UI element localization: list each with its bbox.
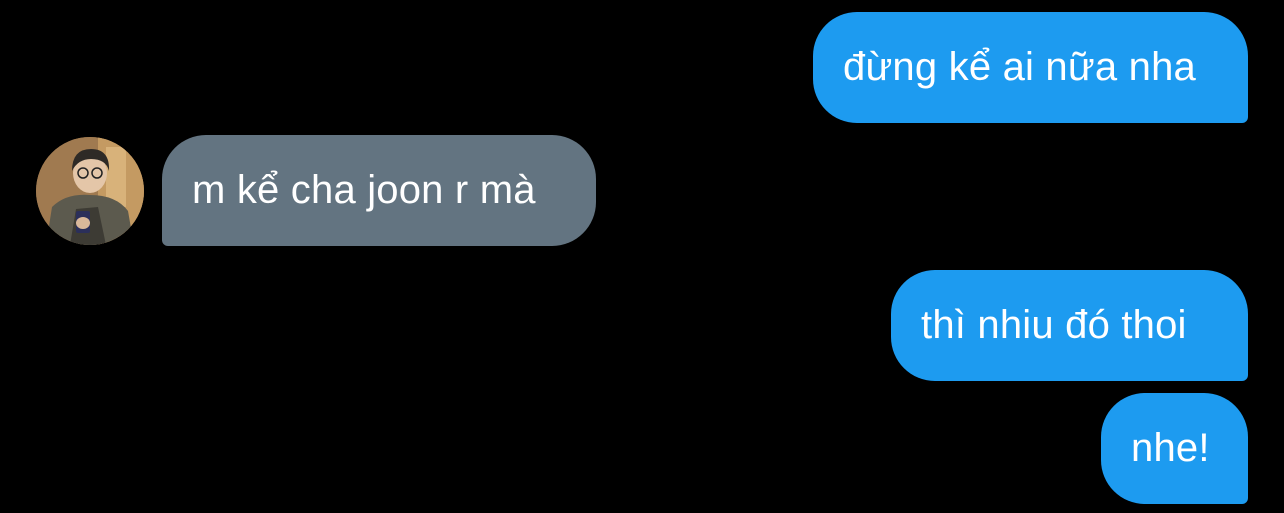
message-text: nhe! <box>1131 426 1210 470</box>
message-text: thì nhiu đó thoi <box>921 303 1187 347</box>
message-text: m kể cha joon r mà <box>192 168 536 212</box>
outgoing-message-bubble[interactable]: đừng kể ai nữa nha <box>813 12 1248 123</box>
avatar[interactable] <box>36 137 144 245</box>
incoming-message-bubble[interactable]: m kể cha joon r mà <box>162 135 596 246</box>
outgoing-message-bubble[interactable]: nhe! <box>1101 393 1248 504</box>
message-text: đừng kể ai nữa nha <box>843 45 1196 89</box>
outgoing-message-bubble[interactable]: thì nhiu đó thoi <box>891 270 1248 381</box>
avatar-photo-icon <box>36 137 144 245</box>
